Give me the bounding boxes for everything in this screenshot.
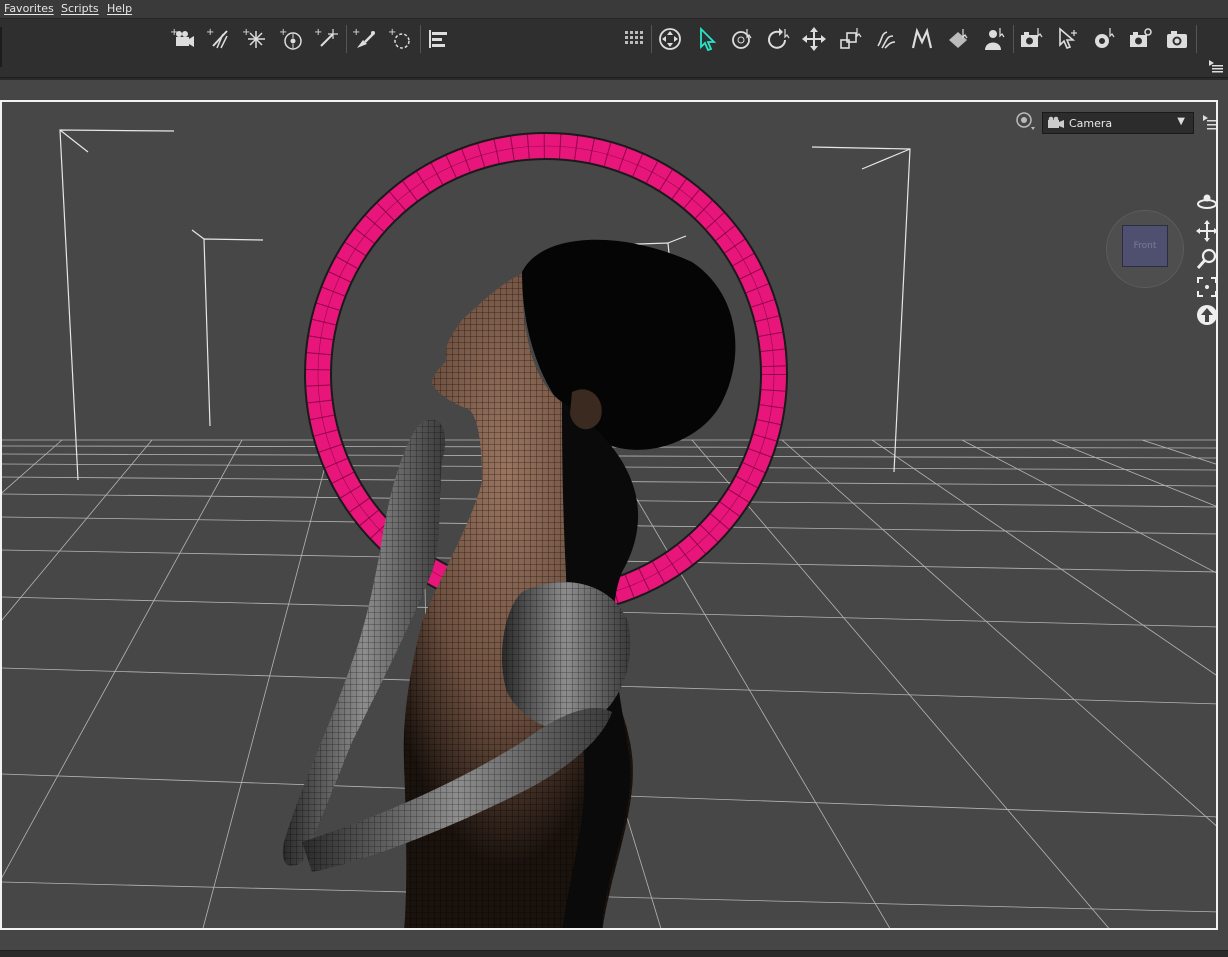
render-camera-icon[interactable] [1125,23,1155,55]
svg-text:+: + [314,27,322,38]
new-point-light-icon[interactable]: + [276,23,306,55]
surface-selection-icon[interactable] [907,23,937,55]
render-settings-icon[interactable] [1089,23,1119,55]
viewport-pane: Camera ▼ Front [0,80,1228,950]
toolbar-separator [1013,25,1014,53]
node-weight-map-brush-icon[interactable]: + [349,23,379,55]
frame-icon[interactable] [1196,276,1218,298]
scale-tool-icon[interactable] [835,23,865,55]
node-selection-tool-icon[interactable] [691,23,721,55]
zoom-icon[interactable] [1196,248,1218,270]
new-distant-light-icon[interactable]: + [239,23,269,55]
new-null-icon[interactable]: + [385,23,415,55]
status-bar [0,950,1228,957]
camera-label: Camera [1069,116,1113,130]
chevron-down-icon: ▼ [1177,116,1185,127]
translate-tool-icon[interactable] [799,23,829,55]
pan-icon[interactable] [1196,220,1218,242]
figure-selection-icon[interactable] [979,23,1009,55]
menu-bar: Favorites Scripts Help [0,0,1228,19]
svg-text:+: + [242,27,250,38]
geometry-editor-icon[interactable] [943,23,973,55]
toolbar-separator [420,25,421,53]
panel-options-icon[interactable] [1202,114,1216,130]
toolbar-separator [346,25,347,53]
new-camera-icon[interactable]: + [167,23,197,55]
camera-dropdown[interactable]: Camera ▼ [1042,112,1194,134]
reset-view-icon[interactable] [1196,304,1218,326]
menu-favorites[interactable]: Favorites [4,2,54,15]
new-spotlight-icon[interactable]: + [203,23,233,55]
joint-editor-icon[interactable] [871,23,901,55]
camera-icon [1048,116,1064,128]
svg-text:+: + [206,27,214,38]
view-options-icon[interactable] [1014,110,1036,132]
align-icon[interactable] [423,23,453,55]
active-pose-tool-icon[interactable] [1052,23,1082,55]
spot-render-icon[interactable] [1016,23,1046,55]
new-linear-point-light-icon[interactable]: + [311,23,341,55]
view-cube-face-label: Front [1122,225,1168,267]
figure-wireframe [282,239,736,928]
rotate-tool-icon[interactable] [727,23,757,55]
toolbar-edge [0,27,2,67]
scene-render [2,129,1216,928]
render-preview-grid-icon[interactable] [619,23,649,55]
toolbar-options-icon[interactable] [1208,59,1224,73]
rotate-tool-2-icon[interactable] [763,23,793,55]
camera-nav-tools [1196,192,1220,332]
menu-help[interactable]: Help [107,2,132,15]
main-toolbar: + + + + + + + [0,19,1228,78]
orbit-icon[interactable] [1196,192,1218,214]
render-icon[interactable] [1162,23,1192,55]
universal-tool-icon[interactable] [655,23,685,55]
view-cube[interactable]: Front [1106,210,1184,288]
svg-text:+: + [352,27,360,38]
toolbar-separator [1196,25,1197,53]
menu-scripts[interactable]: Scripts [61,2,99,15]
toolbar-separator [651,25,652,53]
svg-text:+: + [388,27,396,38]
3d-viewport[interactable]: Camera ▼ [0,100,1218,930]
